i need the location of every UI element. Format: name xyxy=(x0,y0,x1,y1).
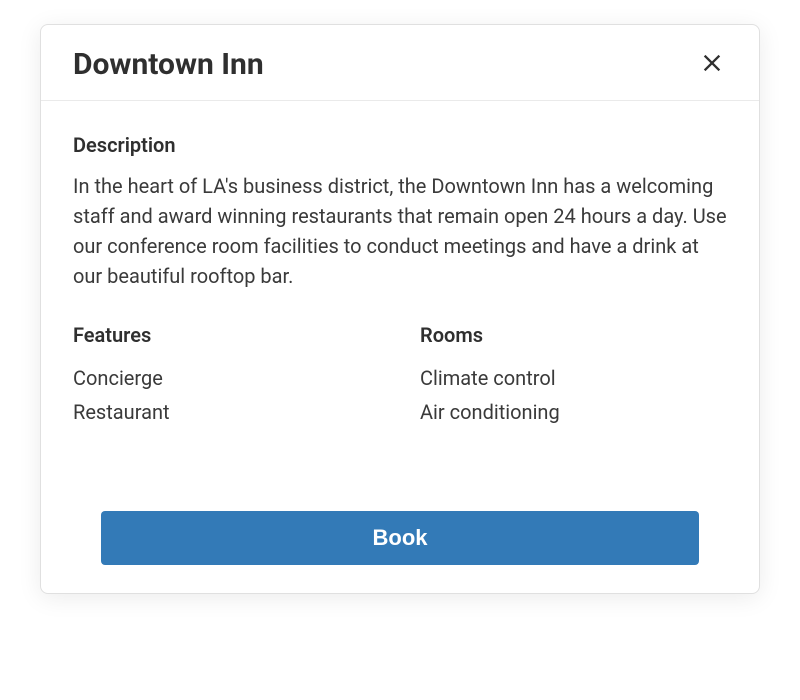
list-item: Air conditioning xyxy=(420,395,727,429)
hotel-details-modal: Downtown Inn Description In the heart of… xyxy=(40,24,760,594)
modal-header: Downtown Inn xyxy=(41,25,759,101)
modal-footer: Book xyxy=(41,491,759,593)
modal-body-scroll[interactable]: Description In the heart of LA's busines… xyxy=(41,101,759,491)
features-heading: Features xyxy=(73,323,380,347)
features-column: Features Concierge Restaurant xyxy=(73,323,380,429)
close-button[interactable] xyxy=(697,48,727,81)
details-columns: Features Concierge Restaurant Rooms Clim… xyxy=(73,323,727,429)
rooms-heading: Rooms xyxy=(420,323,727,347)
features-list: Concierge Restaurant xyxy=(73,361,380,429)
book-button[interactable]: Book xyxy=(101,511,699,565)
list-item: Climate control xyxy=(420,361,727,395)
modal-title: Downtown Inn xyxy=(73,47,264,82)
close-icon xyxy=(701,52,723,77)
rooms-list: Climate control Air conditioning xyxy=(420,361,727,429)
description-text: In the heart of LA's business district, … xyxy=(73,171,727,291)
description-heading: Description xyxy=(73,133,727,157)
list-item: Restaurant xyxy=(73,395,380,429)
list-item: Concierge xyxy=(73,361,380,395)
rooms-column: Rooms Climate control Air conditioning xyxy=(420,323,727,429)
